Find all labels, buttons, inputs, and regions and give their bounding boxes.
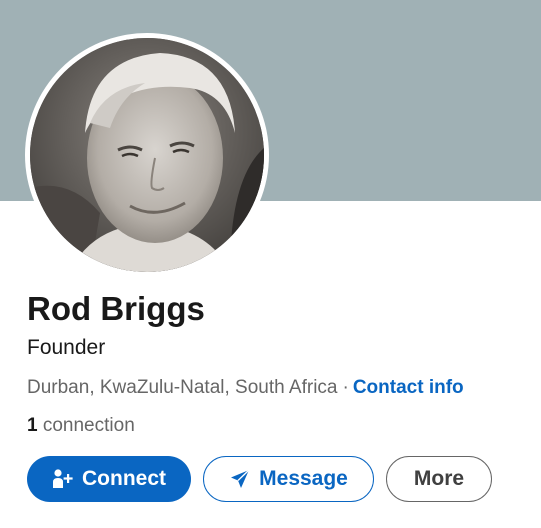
separator-dot: · <box>342 377 349 398</box>
more-button[interactable]: More <box>386 456 492 502</box>
profile-card: Rod Briggs Founder Durban, KwaZulu-Natal… <box>0 0 541 528</box>
send-arrow-icon <box>229 468 251 490</box>
connect-button[interactable]: Connect <box>27 456 191 502</box>
profile-location: Durban, KwaZulu-Natal, South Africa <box>27 377 338 398</box>
message-label: Message <box>259 467 348 490</box>
connect-label: Connect <box>82 467 166 490</box>
connections-row: 1 connection <box>27 412 135 440</box>
add-person-icon <box>52 468 74 490</box>
profile-name: Rod Briggs <box>27 290 205 327</box>
avatar-photo <box>30 38 264 272</box>
connections-count: 1 <box>27 415 38 436</box>
location-row: Durban, KwaZulu-Natal, South Africa · Cont… <box>27 374 464 402</box>
avatar[interactable] <box>30 38 264 272</box>
contact-info-link[interactable]: Contact info <box>353 377 464 398</box>
profile-headline: Founder <box>27 336 106 359</box>
message-button[interactable]: Message <box>203 456 374 502</box>
more-label: More <box>413 467 465 490</box>
connections-label: connection <box>37 415 135 436</box>
